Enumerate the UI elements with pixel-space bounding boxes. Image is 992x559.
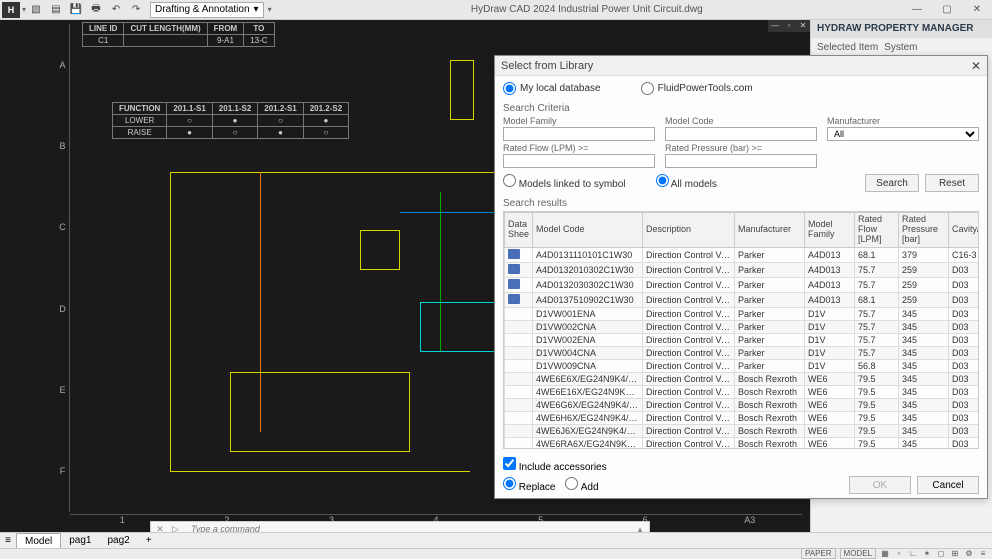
radio-fluidpowertools[interactable]: FluidPowerTools.com <box>641 82 753 95</box>
redo-icon[interactable]: ↷ <box>128 2 144 18</box>
undo-icon[interactable]: ↶ <box>108 2 124 18</box>
grid-icon[interactable]: ▦ <box>880 549 890 558</box>
close-button[interactable]: ✕ <box>962 0 992 20</box>
rated-flow-input[interactable] <box>503 154 655 168</box>
radio-replace[interactable]: Replace <box>503 477 555 493</box>
search-button[interactable]: Search <box>865 174 919 192</box>
dialog-title: Select from Library <box>501 60 593 72</box>
window-title: HyDraw CAD 2024 Industrial Power Unit Ci… <box>272 4 902 15</box>
radio-local-db[interactable]: My local database <box>503 82 601 95</box>
doc-max-icon[interactable]: ▫ <box>782 20 796 32</box>
doc-window-controls: — ▫ ✕ <box>768 20 810 32</box>
cancel-button[interactable]: Cancel <box>917 476 979 494</box>
doc-close-icon[interactable]: ✕ <box>796 20 810 32</box>
table-row[interactable]: D1VW002ENADirection Control ValveParkerD… <box>505 333 980 346</box>
radio-add[interactable]: Add <box>565 477 598 493</box>
polar-icon[interactable]: ✶ <box>922 549 932 558</box>
table-row[interactable]: 4WE6RA6X/EG24N9K4/A12Direction Control V… <box>505 437 980 449</box>
workspace-dropdown[interactable]: Drafting & Annotation <box>150 2 264 18</box>
status-paper[interactable]: PAPER <box>801 548 836 559</box>
table-row[interactable]: 4WE6H6X/EG24N9K4/A12Direction Control Va… <box>505 411 980 424</box>
model-family-input[interactable] <box>503 127 655 141</box>
table-row[interactable]: A4D0132030302C1W30Direction Control Valv… <box>505 277 980 292</box>
open-icon[interactable]: ▤ <box>48 2 64 18</box>
datasheet-icon[interactable] <box>508 279 520 289</box>
select-from-library-dialog: Select from Library ✕ My local database … <box>494 55 988 499</box>
datasheet-icon[interactable] <box>508 264 520 274</box>
save-icon[interactable]: 💾 <box>68 2 84 18</box>
app-menu-button[interactable]: H <box>2 2 20 18</box>
table-row[interactable]: D1VW009CNADirection Control ValveParkerD… <box>505 359 980 372</box>
table-row[interactable]: 4WE6E16X/EG24N9K4/A12Direction Control V… <box>505 385 980 398</box>
table-row[interactable]: 4WE6E6X/EG24N9K4/A12Direction Control Va… <box>505 372 980 385</box>
selected-item-label: Selected Item <box>817 42 878 53</box>
layout-tabs: ≡ Model pag1 pag2 + <box>0 532 992 548</box>
manufacturer-select[interactable]: All <box>827 127 979 141</box>
hydraulic-schematic <box>170 172 540 472</box>
datasheet-icon[interactable] <box>508 294 520 304</box>
status-menu-icon[interactable]: ≡ <box>978 549 988 558</box>
line-info-table: LINE IDCUT LENGTH(MM)FROMTO C19-A113-C <box>82 22 275 47</box>
table-row[interactable]: 4WE6G6X/EG24N9K4/A12Direction Control Va… <box>505 398 980 411</box>
maximize-button[interactable]: ▢ <box>932 0 962 20</box>
ok-button[interactable]: OK <box>849 476 911 494</box>
ruler-left: A B C D E F <box>56 24 70 512</box>
new-icon[interactable]: ▧ <box>28 2 44 18</box>
rated-pressure-input[interactable] <box>665 154 817 168</box>
table-row[interactable]: A4D0131110101C1W30Direction Control Valv… <box>505 247 980 262</box>
radio-models-linked[interactable]: Models linked to symbol <box>503 174 626 190</box>
osnap-icon[interactable]: ◻ <box>936 549 946 558</box>
property-manager-title: HYDRAW PROPERTY MANAGER <box>811 20 992 38</box>
dyn-icon[interactable]: ⊞ <box>950 549 960 558</box>
include-accessories-checkbox[interactable]: Include accessories <box>503 457 607 473</box>
tab-pag2[interactable]: pag2 <box>100 533 138 548</box>
table-row[interactable]: D1VW002CNADirection Control ValveParkerD… <box>505 320 980 333</box>
status-model[interactable]: MODEL <box>840 548 876 559</box>
doc-min-icon[interactable]: — <box>768 20 782 32</box>
model-code-input[interactable] <box>665 127 817 141</box>
ortho-icon[interactable]: ∟ <box>908 549 918 558</box>
datasheet-icon[interactable] <box>508 249 520 259</box>
minimize-button[interactable]: — <box>902 0 932 20</box>
titlebar: H ▾ ▧ ▤ 💾 🖶 ↶ ↷ Drafting & Annotation ▾ … <box>0 0 992 20</box>
table-row[interactable]: 4WE6J6X/EG24N9K4/A12Direction Control Va… <box>505 424 980 437</box>
settings-icon[interactable]: ⚙ <box>964 549 974 558</box>
tab-add-button[interactable]: + <box>138 535 160 546</box>
reset-button[interactable]: Reset <box>925 174 979 192</box>
snap-icon[interactable]: ▫ <box>894 549 904 558</box>
table-row[interactable]: A4D0137510902C1W30Direction Control Valv… <box>505 292 980 307</box>
results-table[interactable]: Data Shee Model Code Description Manufac… <box>503 211 979 449</box>
search-results-label: Search results <box>503 198 979 209</box>
tabs-menu-icon[interactable]: ≡ <box>0 535 16 546</box>
search-criteria-label: Search Criteria <box>503 103 979 114</box>
tab-model[interactable]: Model <box>16 533 61 549</box>
dialog-close-icon[interactable]: ✕ <box>971 59 981 73</box>
tab-pag1[interactable]: pag1 <box>61 533 99 548</box>
table-row[interactable]: D1VW001ENADirection Control ValveParkerD… <box>505 307 980 320</box>
status-bar: PAPER MODEL ▦ ▫ ∟ ✶ ◻ ⊞ ⚙ ≡ <box>0 548 992 558</box>
radio-all-models[interactable]: All models <box>656 174 717 190</box>
print-icon[interactable]: 🖶 <box>88 2 104 18</box>
table-row[interactable]: A4D0132010302C1W30Direction Control Valv… <box>505 262 980 277</box>
table-row[interactable]: D1VW004CNADirection Control ValveParkerD… <box>505 346 980 359</box>
selected-item-value: System <box>884 42 917 53</box>
function-table: FUNCTION201.1-S1201.1-S2201.2-S1201.2-S2… <box>112 102 349 139</box>
